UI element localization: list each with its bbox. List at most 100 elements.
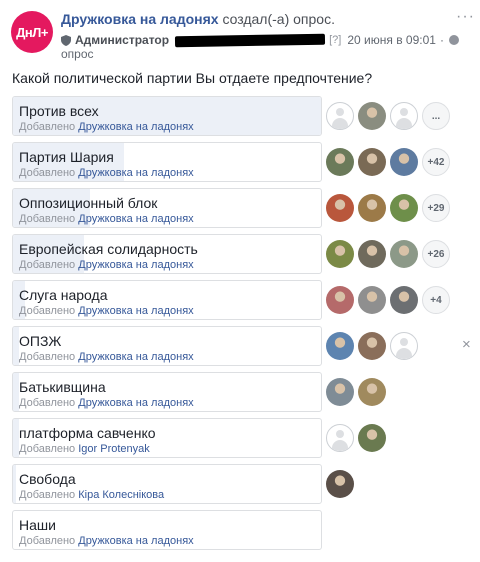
- added-prefix: Добавлено: [19, 443, 76, 455]
- option-added-by: Добавлено Дружковка на ладонях: [19, 535, 194, 547]
- added-prefix: Добавлено: [19, 305, 76, 317]
- poll-option-button[interactable]: Партия Шария Добавлено Дружковка на ладон…: [12, 142, 322, 182]
- more-options-icon[interactable]: ···: [456, 8, 475, 26]
- added-by-link[interactable]: Кіра Колеснікова: [78, 489, 164, 501]
- voter-avatar[interactable]: [358, 148, 386, 176]
- voter-avatar[interactable]: [326, 240, 354, 268]
- poll-option-label: Слуга народа: [19, 287, 108, 303]
- option-added-by: Добавлено Дружковка на ладонях: [19, 213, 194, 225]
- added-by-link[interactable]: Дружковка на ладонях: [78, 259, 193, 271]
- poll-question: Какой политической партии Вы отдаете пре…: [12, 70, 373, 86]
- voter-avatar[interactable]: [390, 240, 418, 268]
- added-by-link[interactable]: Дружковка на ладонях: [78, 213, 193, 225]
- more-voters-count[interactable]: +29: [422, 194, 450, 222]
- voter-avatar[interactable]: [326, 378, 354, 406]
- post-header: ДнЛ+ Дружковка на ладонях создал(-а) опр…: [0, 0, 480, 62]
- voter-avatar[interactable]: [326, 470, 354, 498]
- globe-icon[interactable]: [448, 35, 459, 45]
- voter-avatar[interactable]: [390, 332, 418, 360]
- added-prefix: Добавлено: [19, 121, 76, 133]
- voter-avatar[interactable]: [326, 102, 354, 130]
- poll-option-label: Партия Шария: [19, 149, 114, 165]
- admin-label: Администратор: [75, 33, 170, 47]
- voter-avatar[interactable]: [358, 424, 386, 452]
- voter-avatar[interactable]: [390, 148, 418, 176]
- added-by-link[interactable]: Дружковка на ладонях: [78, 535, 193, 547]
- poll-option-label: ОПЗЖ: [19, 333, 62, 349]
- voter-avatar[interactable]: [326, 286, 354, 314]
- vote-share-bar: [13, 465, 17, 503]
- poll-option-row: Батькивщина Добавлено Дружковка на ладоня…: [12, 372, 472, 418]
- help-icon[interactable]: [?]: [329, 34, 341, 46]
- poll-option-button[interactable]: Батькивщина Добавлено Дружковка на ладоня…: [12, 372, 322, 412]
- voter-avatar[interactable]: [358, 286, 386, 314]
- poll-option-button[interactable]: платформа савченко Добавлено Igor Proteny…: [12, 418, 322, 458]
- voter-avatar[interactable]: [358, 332, 386, 360]
- poll-option-button[interactable]: Свобода Добавлено Кіра Колеснікова: [12, 464, 322, 504]
- meta-separator: ·: [439, 33, 444, 47]
- post-meta-line: Администратор [?] 20 июня в 09:01 ·: [61, 33, 459, 47]
- poll-option-label: Батькивщина: [19, 379, 106, 395]
- poll-option-label: платформа савченко: [19, 425, 156, 441]
- poll-option-row: ОПЗЖ Добавлено Дружковка на ладонях ×: [12, 326, 472, 372]
- poll-option-label: Против всех: [19, 103, 99, 119]
- voter-avatars: [326, 332, 422, 360]
- poll-option-label: Наши: [19, 517, 56, 533]
- poll-option-button[interactable]: Оппозиционный блок Добавлено Дружковка на…: [12, 188, 322, 228]
- post-title-line: Дружковка на ладонях создал(-а) опрос.: [61, 11, 335, 27]
- added-prefix: Добавлено: [19, 167, 76, 179]
- voter-avatar[interactable]: [390, 286, 418, 314]
- post-type-label: опрос: [61, 47, 94, 61]
- poll-option-row: Партия Шария Добавлено Дружковка на ладон…: [12, 142, 472, 188]
- added-prefix: Добавлено: [19, 489, 76, 501]
- voter-avatar[interactable]: [326, 148, 354, 176]
- poll-option-button[interactable]: Слуга народа Добавлено Дружковка на ладон…: [12, 280, 322, 320]
- poll-option-label: Свобода: [19, 471, 76, 487]
- more-voters-count[interactable]: +26: [422, 240, 450, 268]
- more-voters-count[interactable]: +42: [422, 148, 450, 176]
- poll-options: Против всех Добавлено Дружковка на ладоня…: [12, 96, 472, 556]
- page-avatar[interactable]: ДнЛ+: [11, 11, 53, 53]
- voter-avatar[interactable]: [358, 194, 386, 222]
- added-by-link[interactable]: Igor Protenyak: [78, 443, 150, 455]
- poll-option-button[interactable]: Против всех Добавлено Дружковка на ладоня…: [12, 96, 322, 136]
- more-voters-count[interactable]: +4: [422, 286, 450, 314]
- added-prefix: Добавлено: [19, 213, 76, 225]
- poll-option-label: Европейская солидарность: [19, 241, 198, 257]
- poll-option-row: Наши Добавлено Дружковка на ладонях: [12, 510, 472, 556]
- redacted-bar: [175, 33, 326, 47]
- option-added-by: Добавлено Дружковка на ладонях: [19, 305, 194, 317]
- poll-option-row: Слуга народа Добавлено Дружковка на ладон…: [12, 280, 472, 326]
- added-by-link[interactable]: Дружковка на ладонях: [78, 121, 193, 133]
- added-by-link[interactable]: Дружковка на ладонях: [78, 305, 193, 317]
- option-added-by: Добавлено Дружковка на ладонях: [19, 121, 194, 133]
- added-by-link[interactable]: Дружковка на ладонях: [78, 351, 193, 363]
- page-name-link[interactable]: Дружковка на ладонях: [61, 11, 219, 27]
- voter-avatar[interactable]: [326, 424, 354, 452]
- post-timestamp[interactable]: 20 июня в 09:01: [347, 33, 436, 47]
- added-prefix: Добавлено: [19, 259, 76, 271]
- more-voters-count[interactable]: ...: [422, 102, 450, 130]
- remove-option-icon[interactable]: ×: [462, 336, 471, 353]
- voter-avatars: +4: [326, 286, 450, 314]
- added-by-link[interactable]: Дружковка на ладонях: [78, 397, 193, 409]
- voter-avatars: +26: [326, 240, 450, 268]
- poll-option-label: Оппозиционный блок: [19, 195, 158, 211]
- voter-avatar[interactable]: [390, 102, 418, 130]
- shield-icon: [61, 34, 71, 46]
- post-action-text: создал(-а) опрос.: [218, 11, 335, 27]
- voter-avatars: ...: [326, 102, 450, 130]
- poll-option-button[interactable]: ОПЗЖ Добавлено Дружковка на ладонях: [12, 326, 322, 366]
- poll-option-button[interactable]: Наши Добавлено Дружковка на ладонях: [12, 510, 322, 550]
- poll-option-button[interactable]: Европейская солидарность Добавлено Дружко…: [12, 234, 322, 274]
- voter-avatars: [326, 470, 358, 498]
- voter-avatar[interactable]: [326, 332, 354, 360]
- voter-avatar[interactable]: [358, 240, 386, 268]
- added-by-link[interactable]: Дружковка на ладонях: [78, 167, 193, 179]
- voter-avatar[interactable]: [326, 194, 354, 222]
- voter-avatar[interactable]: [358, 102, 386, 130]
- voter-avatar[interactable]: [390, 194, 418, 222]
- poll-option-row: Европейская солидарность Добавлено Дружко…: [12, 234, 472, 280]
- option-added-by: Добавлено Кіра Колеснікова: [19, 489, 164, 501]
- voter-avatar[interactable]: [358, 378, 386, 406]
